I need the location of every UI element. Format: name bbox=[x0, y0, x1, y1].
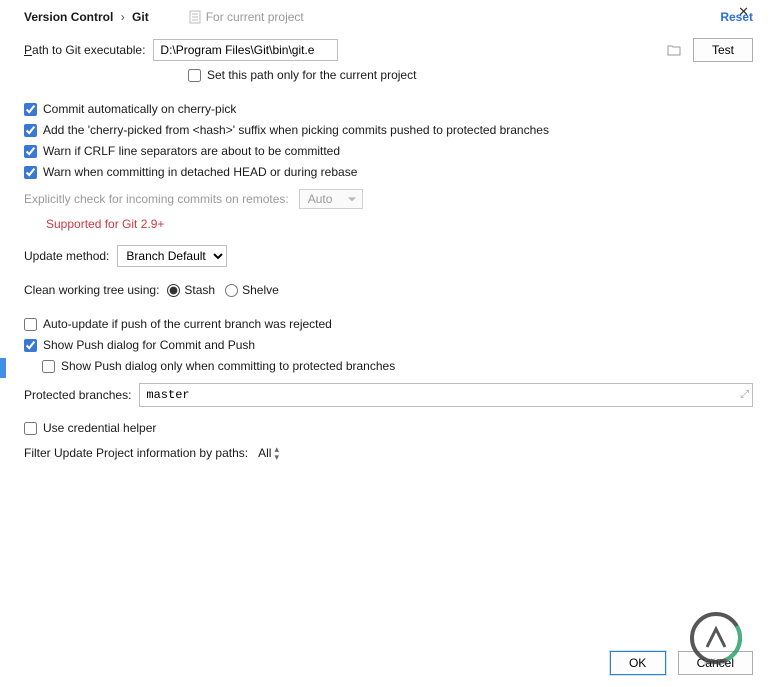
protected-branches-input[interactable] bbox=[139, 383, 753, 407]
shelve-radio[interactable] bbox=[225, 284, 238, 297]
button-bar: OK Cancel 创新互联 bbox=[0, 651, 753, 675]
detached-checkbox[interactable] bbox=[24, 166, 37, 179]
svg-text:创新互联: 创新互联 bbox=[704, 658, 728, 666]
update-method-select[interactable]: Branch Default bbox=[117, 245, 227, 267]
show-push-protected-label: Show Push dialog only when committing to… bbox=[61, 359, 395, 373]
chevron-right-icon: › bbox=[117, 10, 129, 24]
shelve-label: Shelve bbox=[242, 283, 279, 297]
document-icon bbox=[189, 10, 201, 24]
set-path-project-label: Set this path only for the current proje… bbox=[207, 68, 416, 82]
auto-update-checkbox[interactable] bbox=[24, 318, 37, 331]
expand-icon[interactable]: ⤢ bbox=[740, 389, 749, 402]
detached-label: Warn when committing in detached HEAD or… bbox=[43, 165, 357, 179]
breadcrumb-leaf: Git bbox=[132, 10, 149, 24]
show-push-label: Show Push dialog for Commit and Push bbox=[43, 338, 255, 352]
git-path-input[interactable] bbox=[153, 39, 338, 61]
close-icon[interactable]: ✕ bbox=[738, 4, 749, 20]
cherry-pick-checkbox[interactable] bbox=[24, 103, 37, 116]
supported-note: Supported for Git 2.9+ bbox=[46, 217, 753, 231]
folder-icon[interactable] bbox=[667, 44, 681, 56]
stash-radio[interactable] bbox=[167, 284, 180, 297]
watermark-logo: 创新互联 bbox=[687, 609, 745, 667]
test-button[interactable]: Test bbox=[693, 38, 753, 62]
cherry-pick-label: Commit automatically on cherry-pick bbox=[43, 102, 236, 116]
update-method-label: Update method: bbox=[24, 249, 109, 263]
header-bar: Version Control › Git For current projec… bbox=[0, 0, 771, 32]
cherry-suffix-label: Add the 'cherry-picked from <hash>' suff… bbox=[43, 123, 549, 137]
auto-update-label: Auto-update if push of the current branc… bbox=[43, 317, 332, 331]
cherry-suffix-checkbox[interactable] bbox=[24, 124, 37, 137]
scope-hint: For current project bbox=[189, 10, 304, 24]
side-indicator bbox=[0, 358, 6, 378]
breadcrumb: Version Control › Git bbox=[24, 10, 149, 24]
show-push-checkbox[interactable] bbox=[24, 339, 37, 352]
stash-label: Stash bbox=[184, 283, 215, 297]
set-path-project-checkbox[interactable] bbox=[188, 69, 201, 82]
filter-value-dropdown[interactable]: All ▴▾ bbox=[258, 445, 279, 461]
incoming-select: Auto bbox=[299, 189, 363, 209]
show-push-protected-checkbox[interactable] bbox=[42, 360, 55, 373]
credential-checkbox[interactable] bbox=[24, 422, 37, 435]
path-label: Path to Git executable: bbox=[24, 43, 145, 57]
filter-label: Filter Update Project information by pat… bbox=[24, 446, 248, 460]
crlf-checkbox[interactable] bbox=[24, 145, 37, 158]
set-path-project-row: Set this path only for the current proje… bbox=[188, 68, 753, 82]
breadcrumb-root[interactable]: Version Control bbox=[24, 10, 113, 24]
protected-label: Protected branches: bbox=[24, 388, 131, 402]
credential-label: Use credential helper bbox=[43, 421, 156, 435]
incoming-label: Explicitly check for incoming commits on… bbox=[24, 192, 289, 206]
ok-button[interactable]: OK bbox=[610, 651, 666, 675]
crlf-label: Warn if CRLF line separators are about t… bbox=[43, 144, 340, 158]
path-row: Path to Git executable: Test bbox=[24, 38, 753, 62]
clean-tree-label: Clean working tree using: bbox=[24, 283, 159, 297]
sort-icon: ▴▾ bbox=[274, 445, 279, 461]
